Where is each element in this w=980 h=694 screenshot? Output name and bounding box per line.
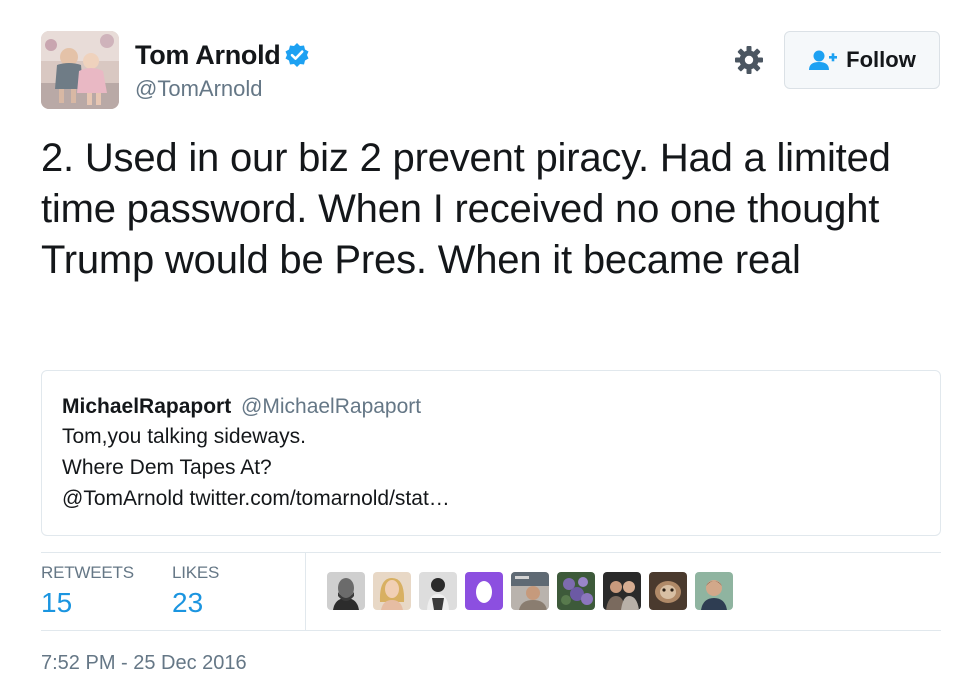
quote-author-name: MichaelRapaport: [62, 395, 232, 418]
quote-text-line: @TomArnold twitter.com/tomarnold/stat…: [62, 487, 450, 510]
author-info: Tom Arnold @TomArnold: [135, 38, 310, 102]
likes-stat[interactable]: LIKES 23: [172, 563, 219, 619]
liker-avatar[interactable]: [695, 572, 733, 610]
add-user-icon: [808, 49, 838, 71]
stats-divider: [305, 553, 306, 630]
liker-avatars: [327, 572, 741, 610]
egg-avatar-icon[interactable]: [465, 572, 503, 610]
quote-text-line: Where Dem Tapes At?: [62, 456, 272, 479]
likes-label: LIKES: [172, 563, 220, 582]
retweets-stat[interactable]: RETWEETS 15: [41, 563, 134, 619]
tweet-text: 2. Used in our biz 2 prevent piracy. Had…: [41, 136, 891, 282]
avatar-photo: [41, 31, 119, 109]
verified-badge-icon: [284, 42, 310, 68]
liker-avatar[interactable]: [327, 572, 365, 610]
tweet-card: Tom Arnold @TomArnold Follow 2. Used in …: [0, 0, 980, 694]
follow-button[interactable]: Follow: [784, 31, 940, 89]
liker-avatar[interactable]: [511, 572, 549, 610]
retweets-count: 15: [41, 587, 73, 618]
quote-author: MichaelRapaport @MichaelRapaport: [62, 393, 920, 421]
liker-avatar[interactable]: [419, 572, 457, 610]
quote-author-handle: @MichaelRapaport: [241, 395, 422, 418]
author-display-name[interactable]: Tom Arnold: [135, 40, 281, 71]
display-name-row: Tom Arnold: [135, 38, 310, 72]
quoted-tweet[interactable]: MichaelRapaport @MichaelRapaport Tom,you…: [41, 370, 941, 536]
retweets-label: RETWEETS: [41, 563, 134, 582]
author-avatar[interactable]: [41, 31, 119, 109]
stats-bar: RETWEETS 15 LIKES 23: [41, 552, 941, 631]
author-handle[interactable]: @TomArnold: [135, 76, 310, 102]
liker-avatar[interactable]: [557, 572, 595, 610]
liker-avatar[interactable]: [603, 572, 641, 610]
liker-avatar[interactable]: [373, 572, 411, 610]
quote-text-line: Tom,you talking sideways.: [62, 425, 306, 448]
likes-count: 23: [172, 587, 204, 618]
gear-icon[interactable]: [732, 43, 766, 77]
liker-avatar[interactable]: [649, 572, 687, 610]
follow-label: Follow: [846, 47, 916, 72]
tweet-timestamp[interactable]: 7:52 PM - 25 Dec 2016: [41, 652, 247, 675]
